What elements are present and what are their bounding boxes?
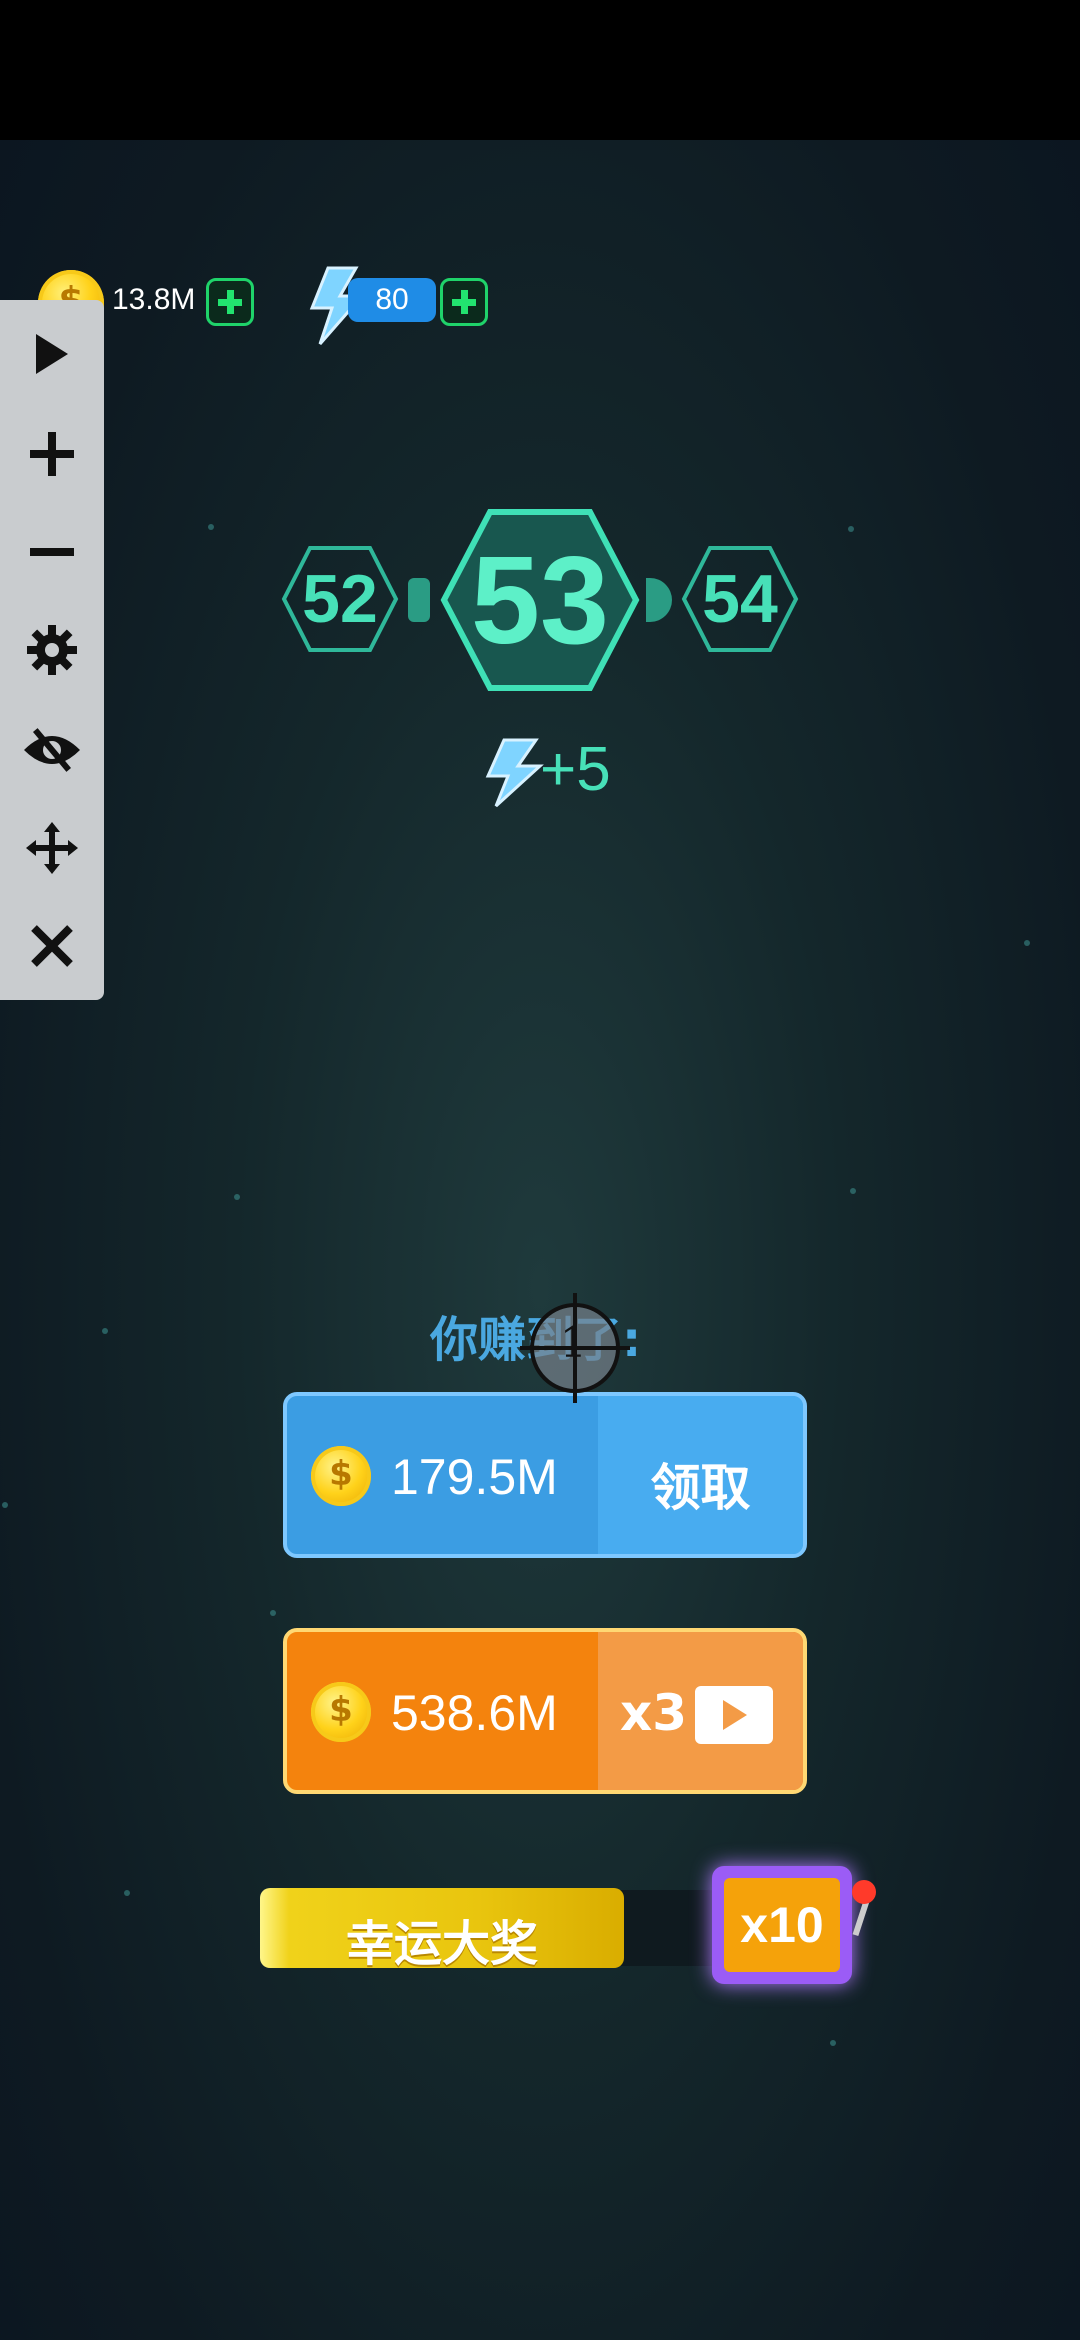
star [102, 1328, 108, 1334]
lucky-multiplier: x10 [740, 1897, 824, 1953]
eye-off-icon[interactable] [22, 720, 82, 780]
star [208, 524, 214, 530]
claim-amount: 179.5M [391, 1449, 558, 1505]
video-amount: 538.6M [391, 1685, 558, 1741]
energy-reward: +5 [540, 735, 611, 804]
add-coins-button[interactable] [206, 278, 254, 326]
star [270, 1610, 276, 1616]
cursor-number: 1 [560, 1318, 587, 1367]
status-bar [0, 0, 1080, 140]
star [234, 1194, 240, 1200]
claim-button[interactable]: 179.5M 领取 [283, 1392, 807, 1558]
star [848, 526, 854, 532]
coin-icon [311, 1446, 371, 1506]
energy-balance: 80 [348, 278, 436, 322]
star [2, 1502, 8, 1508]
slot-lever [852, 1899, 870, 1937]
lightning-icon [485, 738, 544, 808]
coin-icon [311, 1682, 371, 1742]
gear-icon[interactable] [22, 620, 82, 680]
move-icon[interactable] [22, 818, 82, 878]
slot-machine[interactable]: x10 [712, 1866, 852, 1984]
floating-tool-panel [0, 300, 104, 1000]
level-connector [646, 578, 672, 622]
star [850, 1188, 856, 1194]
star [124, 1890, 130, 1896]
video-action[interactable]: x3 [598, 1632, 803, 1790]
level-next: 54 [702, 561, 778, 637]
level-connector [408, 578, 430, 622]
close-icon[interactable] [22, 916, 82, 976]
level-current: 53 [471, 532, 609, 670]
zoom-out-icon[interactable] [22, 522, 82, 582]
video-icon [695, 1686, 773, 1744]
claim-action[interactable]: 领取 [598, 1396, 803, 1554]
slot-window: x10 [724, 1878, 840, 1972]
lucky-label: 幸运大奖 [345, 1916, 538, 1972]
coin-balance: 13.8M [112, 283, 196, 316]
star [1024, 940, 1030, 946]
lucky-prize-button[interactable]: 幸运大奖 [260, 1888, 624, 1972]
slot-lever-knob [852, 1880, 876, 1904]
watch-video-claim-button[interactable]: 538.6M x3 [283, 1628, 807, 1794]
level-previous: 52 [302, 561, 378, 637]
play-icon[interactable] [22, 324, 82, 384]
zoom-in-icon[interactable] [22, 424, 82, 484]
star [830, 2040, 836, 2046]
add-energy-button[interactable] [440, 278, 488, 326]
claim-label: 领取 [650, 1459, 751, 1517]
